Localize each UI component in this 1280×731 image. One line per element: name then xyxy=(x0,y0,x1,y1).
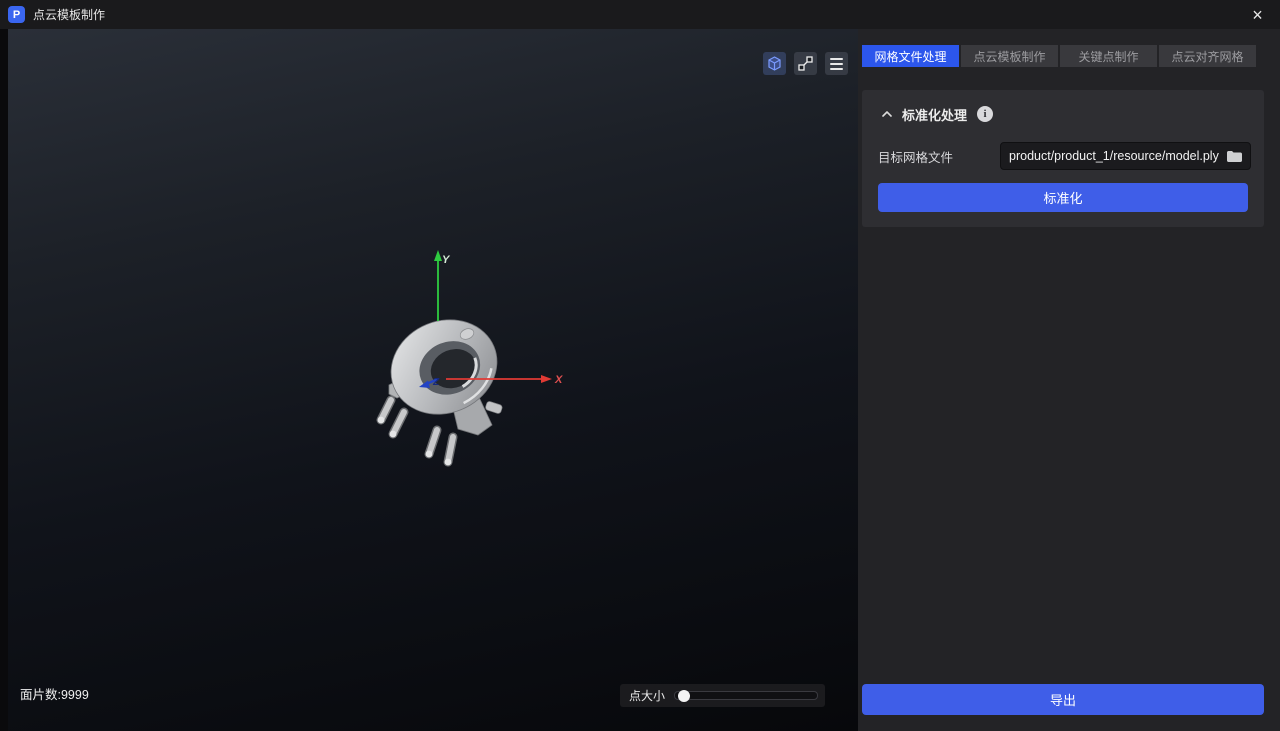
normalize-button[interactable]: 标准化 xyxy=(878,183,1248,212)
window-title: 点云模板制作 xyxy=(33,6,105,23)
chevron-up-icon xyxy=(880,107,894,121)
axis-x-label: X xyxy=(554,374,563,386)
scene-canvas: Y X Z xyxy=(8,29,858,731)
section-title: 标准化处理 xyxy=(902,105,967,124)
nodes-link-icon xyxy=(798,56,813,71)
close-button[interactable]: × xyxy=(1235,0,1280,29)
export-button[interactable]: 导出 xyxy=(862,684,1264,715)
normalization-card-header: 标准化处理 i xyxy=(878,103,1248,125)
axis-z-label: Z xyxy=(432,377,440,388)
tab-keypoint-creation[interactable]: 关键点制作 xyxy=(1060,45,1157,67)
app-logo-icon: P xyxy=(8,6,25,23)
cube-icon xyxy=(767,56,782,71)
tab-bar: 网格文件处理 点云模板制作 关键点制作 点云对齐网格 xyxy=(858,29,1280,67)
target-mesh-file-path: product/product_1/resource/model.ply xyxy=(1009,149,1219,163)
viewport-3d[interactable]: Y X Z xyxy=(8,29,858,731)
point-size-slider-handle[interactable] xyxy=(678,690,690,702)
target-mesh-file-input[interactable]: product/product_1/resource/model.ply xyxy=(1000,142,1251,170)
view-cube-button[interactable] xyxy=(763,52,786,75)
axis-y-label: Y xyxy=(442,254,451,266)
sidebar: 网格文件处理 点云模板制作 关键点制作 点云对齐网格 标准化处理 i 目标网格文 xyxy=(858,29,1280,731)
hamburger-menu-icon xyxy=(830,58,843,60)
viewport-menu-button[interactable] xyxy=(825,52,848,75)
title-bar: P 点云模板制作 × xyxy=(0,0,1280,29)
main-area: Y X Z xyxy=(0,29,1280,731)
tab-mesh-file-processing[interactable]: 网格文件处理 xyxy=(862,45,959,67)
app-logo-glyph: P xyxy=(13,9,20,21)
collapse-section-button[interactable] xyxy=(878,105,896,123)
target-mesh-file-label: 目标网格文件 xyxy=(878,147,1000,166)
close-icon: × xyxy=(1252,6,1263,24)
tab-pointcloud-align-mesh[interactable]: 点云对齐网格 xyxy=(1159,45,1256,67)
wireframe-nodes-button[interactable] xyxy=(794,52,817,75)
folder-icon xyxy=(1226,150,1243,163)
browse-file-button[interactable] xyxy=(1226,150,1243,163)
point-size-control: 点大小 xyxy=(620,684,825,707)
model-3d xyxy=(377,304,512,465)
target-mesh-file-row: 目标网格文件 product/product_1/resource/model.… xyxy=(878,142,1248,170)
info-icon[interactable]: i xyxy=(977,106,993,122)
normalization-card: 标准化处理 i 目标网格文件 product/product_1/resourc… xyxy=(862,90,1264,227)
point-size-label: 点大小 xyxy=(629,687,665,704)
tab-pointcloud-template[interactable]: 点云模板制作 xyxy=(961,45,1058,67)
face-count-label: 面片数:9999 xyxy=(20,684,89,703)
app-window: P 点云模板制作 × xyxy=(0,0,1280,731)
point-size-slider[interactable] xyxy=(674,691,818,700)
viewport-toolbar xyxy=(763,52,848,75)
